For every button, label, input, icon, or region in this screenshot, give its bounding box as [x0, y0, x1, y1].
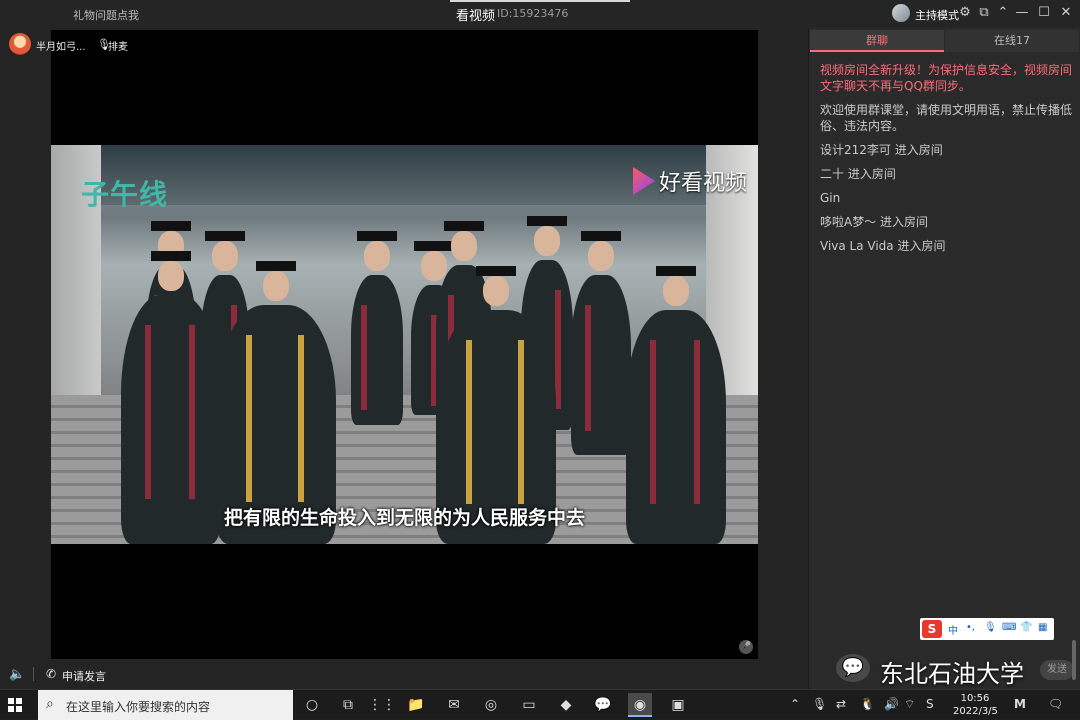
gift-notice-link[interactable]: 礼物问题点我 — [73, 7, 139, 23]
video-figure — [351, 231, 403, 425]
chat-message: 视频房间全新升级！为保护信息安全，视频房间文字聊天不再与QQ群同步。 — [820, 63, 1073, 93]
maximize-icon[interactable]: ☐ — [1036, 5, 1052, 21]
tab-group-chat[interactable]: 群聊 — [810, 30, 944, 52]
wechat-icon: 💬 — [836, 654, 870, 682]
ime-punct-icon[interactable]: •, — [966, 622, 975, 633]
queue-button[interactable]: 排麦 — [108, 38, 128, 53]
mic-mute-icon[interactable]: 🎤 — [739, 640, 753, 654]
send-button[interactable]: 发送 — [1040, 660, 1074, 680]
title-bar: 礼物问题点我 看视频 ID:15923476 主持模式 ⚙ ⧉ ⌃ — ☐ ✕ — [0, 0, 1080, 28]
settings-icon[interactable]: ⚙ — [957, 5, 973, 21]
file-explorer-icon[interactable]: 📁 — [404, 693, 428, 717]
windows-start-icon[interactable] — [8, 698, 22, 712]
ime-lang-icon[interactable]: 中 — [948, 622, 958, 637]
room-id: ID:15923476 — [497, 7, 569, 20]
divider — [33, 667, 34, 681]
tray-volume-icon[interactable]: 🔊 — [884, 697, 899, 711]
tray-qq-icon[interactable]: 🐧 — [860, 697, 875, 711]
edge-browser-icon[interactable]: ◎ — [479, 693, 503, 717]
avatar[interactable] — [9, 33, 31, 55]
taskbar-search[interactable]: ⌕ 在这里输入你要搜索的内容 — [38, 690, 293, 720]
notification-icon[interactable]: 🗨 — [1048, 697, 1063, 711]
chat-message: 二十 进入房间 — [820, 167, 896, 181]
cortana-icon[interactable]: ○ — [300, 693, 324, 717]
ime-keyboard-icon[interactable]: ⌨ — [1002, 622, 1016, 633]
window-title: 看视频 — [456, 9, 496, 24]
host-mode-button[interactable]: 主持模式 — [915, 7, 959, 23]
channel-logo: 子午线 — [81, 178, 169, 211]
watermark-text: 东北石油大学 — [880, 660, 1024, 688]
tab-online[interactable]: 在线17 — [945, 30, 1079, 52]
ime-tools-icon[interactable]: ▦ — [1038, 622, 1047, 633]
ime-toolbar: S 中 •, 🎙 ⌨ 👕 ▦ — [920, 618, 1054, 640]
phone-icon: ✆ — [46, 667, 57, 681]
video-subtitle: 把有限的生命投入到无限的为人民服务中去 — [223, 507, 585, 529]
chat-message: 欢迎使用群课堂，请使用文明用语，禁止传播低俗、违法内容。 — [820, 103, 1073, 133]
title-accent-line — [450, 0, 630, 2]
tray-expand-icon[interactable]: ⌃ — [790, 697, 800, 711]
popout-icon[interactable]: ⧉ — [976, 5, 992, 21]
chat-message: Gin — [820, 191, 841, 205]
clock-time: 10:56 — [960, 693, 990, 704]
host-avatar[interactable] — [892, 4, 910, 22]
tray-mic-icon[interactable]: 🎙 — [812, 697, 827, 711]
apps-grid-icon[interactable]: ⋮⋮ — [368, 693, 396, 717]
mail-icon[interactable]: ✉ — [442, 693, 466, 717]
apply-speak-button[interactable]: 申请发言 — [62, 668, 106, 684]
search-placeholder: 在这里输入你要搜索的内容 — [66, 700, 211, 714]
player-app-icon[interactable]: ▣ — [666, 693, 690, 717]
sogou-icon[interactable]: S — [922, 620, 942, 638]
close-icon[interactable]: ✕ — [1058, 5, 1074, 21]
app-window: 礼物问题点我 看视频 ID:15923476 主持模式 ⚙ ⧉ ⌃ — ☐ ✕ … — [0, 0, 1080, 689]
clock-date: 2022/3/5 — [953, 706, 998, 717]
qq-video-taskbar-icon[interactable]: ◉ — [628, 693, 652, 717]
chat-message: 设计212李可 进入房间 — [820, 143, 943, 157]
scrollbar[interactable] — [1072, 640, 1076, 680]
tray-swap-icon[interactable]: ⇄ — [836, 697, 846, 711]
video-figure — [571, 231, 631, 455]
tray-m-icon[interactable]: M — [1014, 697, 1026, 711]
collapse-icon[interactable]: ⌃ — [995, 5, 1011, 21]
ime-skin-icon[interactable]: 👕 — [1020, 622, 1032, 633]
huawei-app-icon[interactable]: ▭ — [517, 693, 541, 717]
taskbar-clock[interactable]: 10:56 2022/3/5 — [953, 692, 998, 718]
chat-list: 视频房间全新升级！为保护信息安全，视频房间文字聊天不再与QQ群同步。 欢迎使用群… — [820, 62, 1072, 262]
chat-message: 哆啦A梦～ 进入房间 — [820, 215, 929, 229]
diamond-app-icon[interactable]: ◆ — [554, 693, 578, 717]
user-name: 半月如弓... — [36, 42, 86, 53]
speaker-icon[interactable]: 🔈 — [9, 667, 25, 682]
taskbar: ⌕ 在这里输入你要搜索的内容 ○ ⧉ ⋮⋮ 📁 ✉ ◎ ▭ ◆ 💬 ◉ ▣ ⌃ … — [0, 689, 1080, 720]
ime-voice-icon[interactable]: 🎙 — [984, 622, 997, 633]
platform-logo: 好看视频 — [659, 171, 748, 196]
wechat-taskbar-icon[interactable]: 💬 — [591, 693, 615, 717]
chat-panel: 群聊 在线17 视频房间全新升级！为保护信息安全，视频房间文字聊天不再与QQ群同… — [808, 28, 1080, 689]
minimize-icon[interactable]: — — [1014, 5, 1030, 21]
search-icon: ⌕ — [46, 696, 54, 712]
chat-message: Viva La Vida 进入房间 — [820, 239, 946, 253]
video-player[interactable]: 子午线 好看视频 把有限的生命投入到无限的为人民服务中去 — [51, 145, 758, 544]
task-view-icon[interactable]: ⧉ — [336, 693, 360, 717]
tray-sogou-icon[interactable]: S — [926, 697, 934, 711]
tray-network-icon[interactable]: ⌔ — [904, 697, 915, 712]
